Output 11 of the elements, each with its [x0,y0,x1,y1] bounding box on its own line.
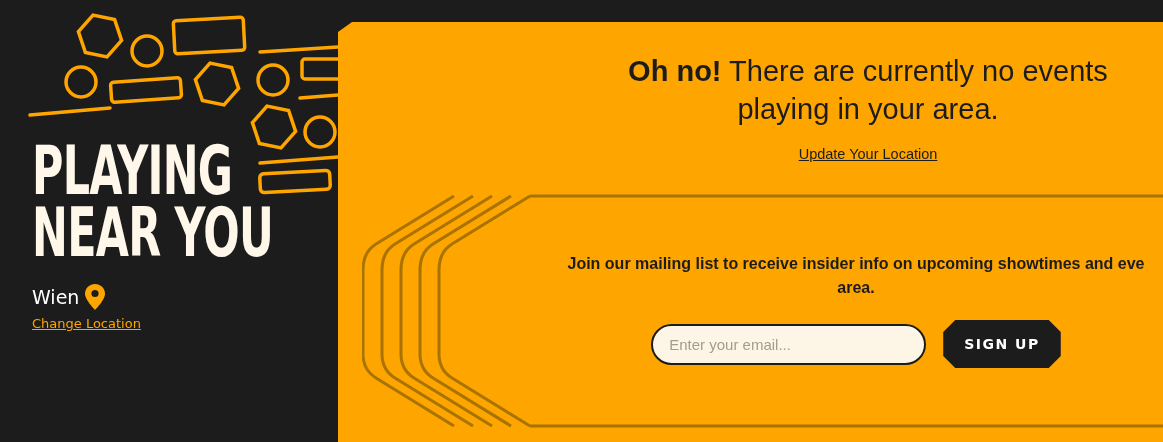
mailing-text: Join our mailing list to receive insider info on upcoming showtimes and eve [567,254,1145,274]
email-field[interactable]: Enter your email... [651,323,927,365]
change-location-link[interactable]: Change Location [32,316,141,331]
mailing-text: area. [837,278,875,298]
location-pin-icon [85,284,106,310]
sign-up-button[interactable]: SIGN UP [943,320,1061,368]
page-title: NEAR YOU [32,202,273,264]
update-location-link[interactable]: Update Your Location [798,146,938,162]
city-name: Wien [32,286,80,308]
no-events-message: Oh no! There are currently no events playing in your area. [627,54,1109,127]
page-title: PLAYING [32,140,233,202]
